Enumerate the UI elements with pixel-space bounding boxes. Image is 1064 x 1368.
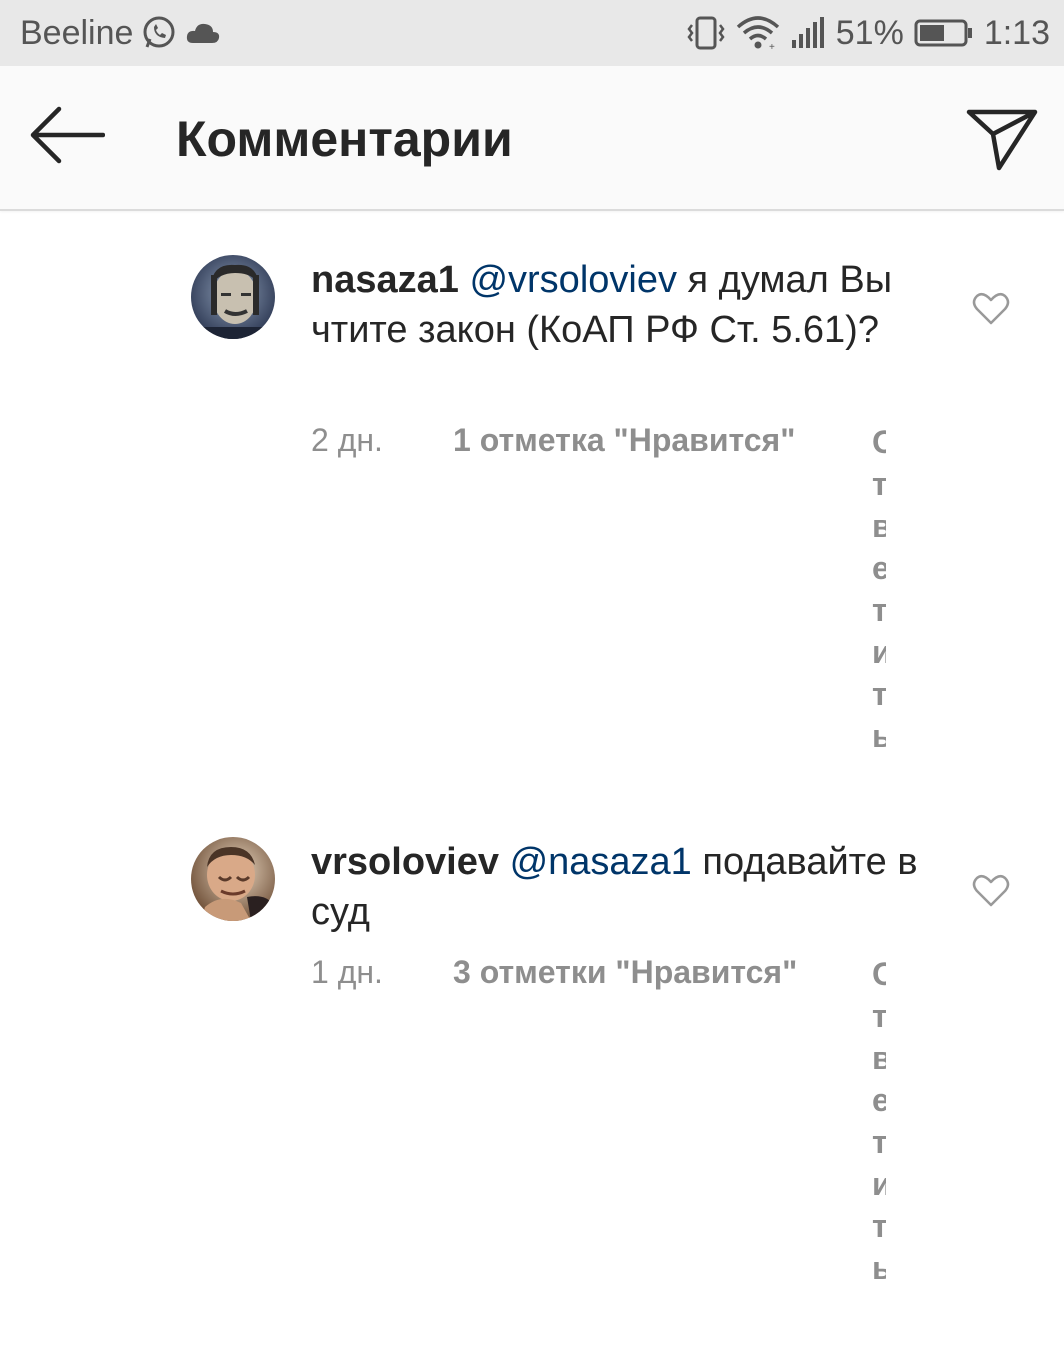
vibrate-icon (686, 15, 726, 51)
comment-item: nasaza1 @vrsoloviev я думал Вы чтите зак… (0, 255, 1064, 775)
wifi-icon: + (736, 15, 780, 51)
truncated-char: в (872, 508, 886, 544)
truncated-char: е (872, 1082, 886, 1118)
truncated-char: т (872, 466, 886, 502)
truncated-char: и (872, 1166, 886, 1202)
status-right: + 51% 1:13 (686, 14, 1050, 53)
clock: 1:13 (983, 13, 1050, 52)
cloud-icon (185, 21, 221, 45)
truncated-char: ь (872, 718, 886, 754)
svg-text:+: + (769, 42, 775, 51)
paper-plane-icon (966, 109, 1038, 171)
signal-icon (790, 16, 826, 50)
heart-icon (972, 292, 1010, 325)
like-button[interactable] (968, 288, 1014, 330)
truncated-char: О (872, 956, 886, 992)
comment-username[interactable]: vrsoloviev (311, 841, 499, 883)
header: Комментарии (0, 66, 1064, 211)
share-button[interactable] (962, 104, 1042, 174)
reply-button-truncated[interactable]: О т в е т и т ь (872, 421, 886, 757)
comment-meta: 1 дн. 3 отметки "Нравится" (311, 954, 871, 1004)
comment-text: vrsoloviev @nasaza1 подавайте в суд (311, 837, 931, 937)
heart-icon (972, 874, 1010, 907)
comment-likes[interactable]: 1 отметка "Нравится" (453, 422, 795, 459)
arrow-left-icon (30, 106, 105, 164)
status-bar: Beeline + 51% 1:13 (0, 0, 1064, 66)
comment-time: 1 дн. (311, 954, 383, 990)
truncated-char: т (872, 1208, 886, 1244)
truncated-char: е (872, 550, 886, 586)
comment-item: vrsoloviev @nasaza1 подавайте в суд 1 дн… (0, 837, 1064, 1317)
truncated-char: т (872, 1124, 886, 1160)
page-title: Комментарии (176, 111, 513, 167)
battery-icon (914, 18, 974, 48)
comment-text: nasaza1 @vrsoloviev я думал Вы чтите зак… (311, 255, 931, 355)
truncated-char: т (872, 592, 886, 628)
battery-percent: 51% (835, 13, 904, 52)
truncated-char: О (872, 424, 886, 460)
comment-mention[interactable]: @nasaza1 (510, 841, 692, 883)
truncated-char: в (872, 1040, 886, 1076)
comment-username[interactable]: nasaza1 (311, 259, 459, 301)
back-button[interactable] (28, 104, 106, 166)
reply-button-truncated[interactable]: О т в е т и т ь (872, 953, 886, 1289)
truncated-char: ь (872, 1250, 886, 1286)
avatar[interactable] (191, 255, 275, 339)
comment-mention[interactable]: @vrsoloviev (469, 259, 677, 301)
like-button[interactable] (968, 870, 1014, 912)
avatar[interactable] (191, 837, 275, 921)
comment-time: 2 дн. (311, 422, 383, 458)
status-left: Beeline (20, 14, 221, 53)
truncated-char: т (872, 676, 886, 712)
whatsapp-icon (141, 15, 177, 51)
carrier-name: Beeline (20, 13, 134, 52)
truncated-char: т (872, 998, 886, 1034)
comment-likes[interactable]: 3 отметки "Нравится" (453, 954, 797, 991)
truncated-char: и (872, 634, 886, 670)
comment-meta: 2 дн. 1 отметка "Нравится" (311, 422, 871, 472)
